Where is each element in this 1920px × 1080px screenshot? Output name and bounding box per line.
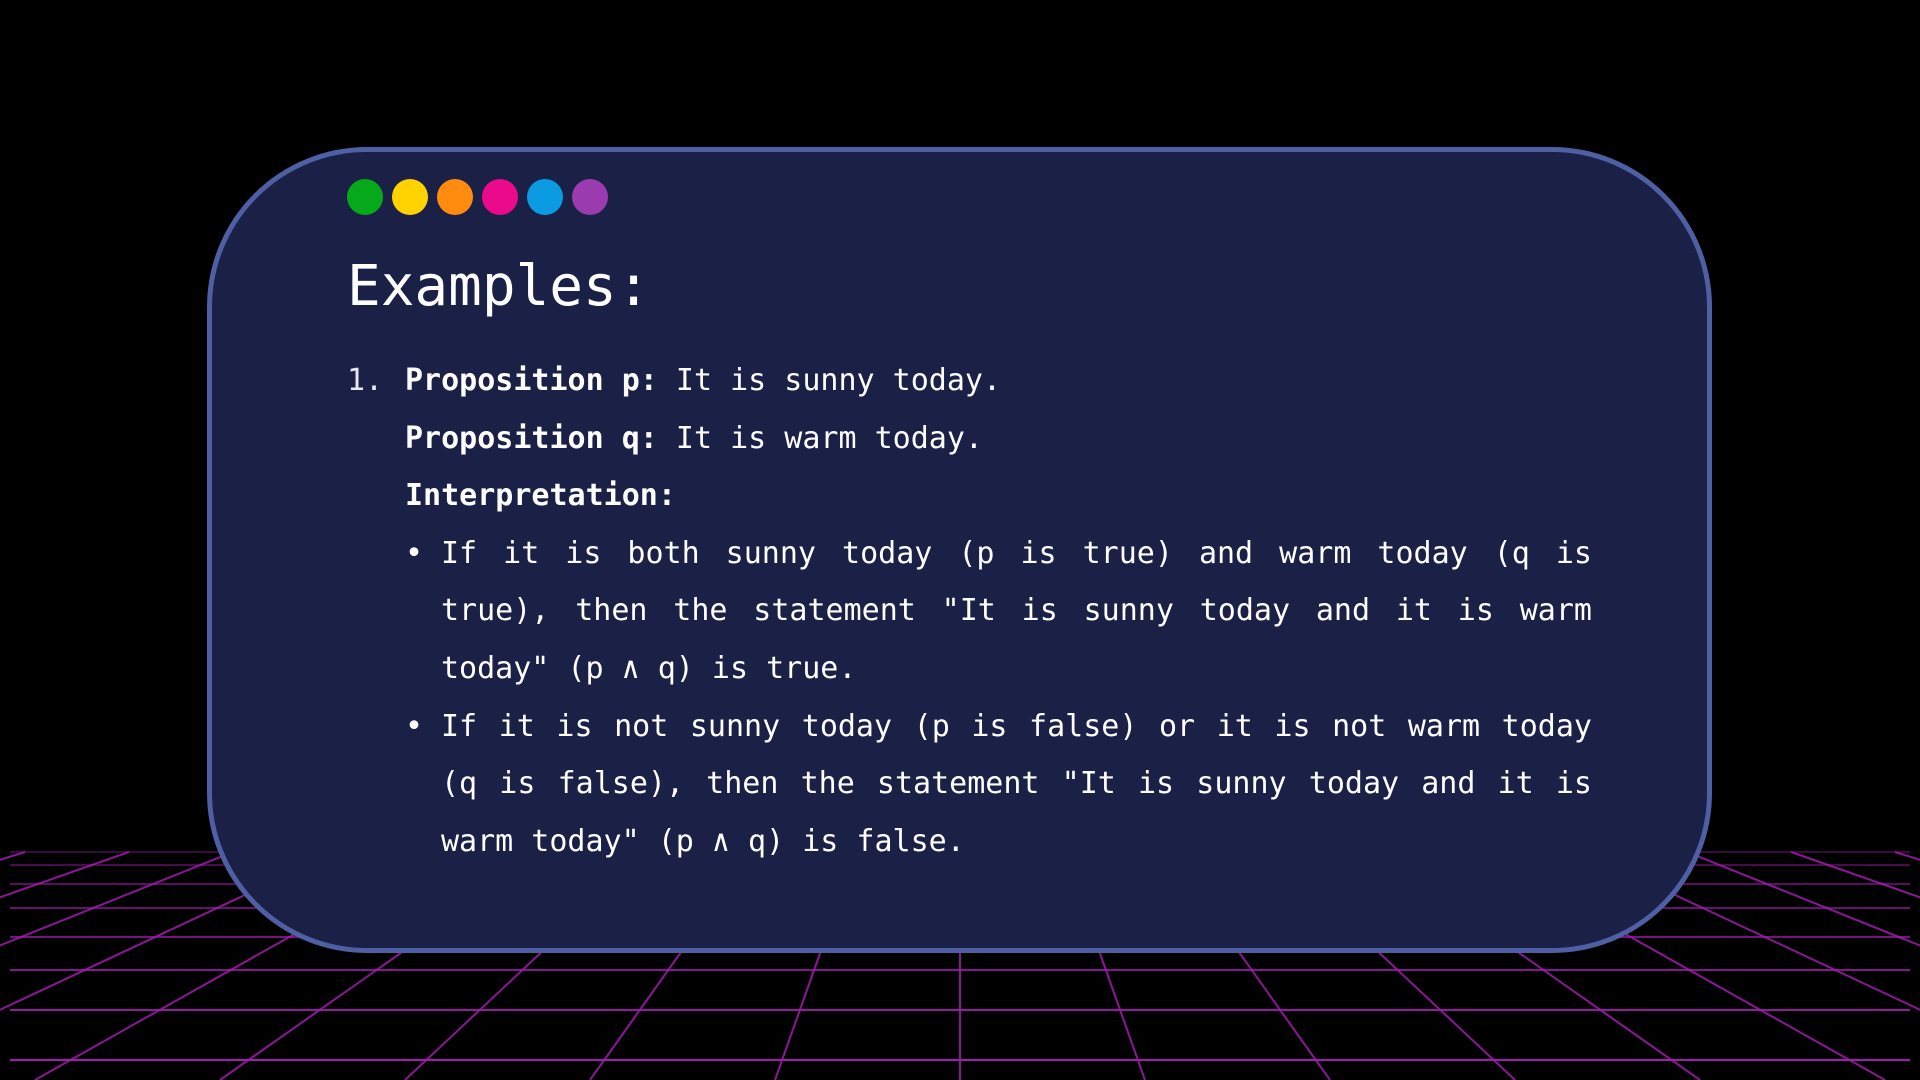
list-number: 1. bbox=[347, 363, 384, 398]
bullet-text: If it is not sunny today (p is false) or… bbox=[441, 708, 1592, 859]
interpretation-line: Interpretation: bbox=[347, 467, 1592, 525]
proposition-q-label: Proposition q: bbox=[405, 420, 658, 456]
blue-dot bbox=[527, 179, 563, 215]
interpretation-bullets: • If it is both sunny today (p is true) … bbox=[347, 525, 1592, 871]
bullet-text: If it is both sunny today (p is true) an… bbox=[441, 535, 1592, 686]
purple-dot bbox=[572, 179, 608, 215]
orange-dot bbox=[437, 179, 473, 215]
yellow-dot bbox=[392, 179, 428, 215]
grid-line bbox=[0, 851, 26, 861]
example-list: 1. Proposition p: It is sunny today. Pro… bbox=[347, 352, 1592, 870]
green-dot bbox=[347, 179, 383, 215]
proposition-p-label: Proposition p: bbox=[405, 363, 658, 398]
pink-dot bbox=[482, 179, 518, 215]
bullet-icon: • bbox=[405, 708, 424, 744]
content-card: Examples: 1. Proposition p: It is sunny … bbox=[207, 147, 1712, 953]
list-item: • If it is both sunny today (p is true) … bbox=[405, 525, 1592, 698]
proposition-p-line: 1. Proposition p: It is sunny today. bbox=[347, 352, 1592, 410]
grid-line bbox=[0, 851, 130, 899]
color-dots bbox=[347, 179, 608, 215]
proposition-q-text: It is warm today. bbox=[657, 420, 983, 456]
proposition-q-line: Proposition q: It is warm today. bbox=[347, 410, 1592, 468]
bullet-icon: • bbox=[405, 535, 424, 571]
list-item: • If it is not sunny today (p is false) … bbox=[405, 698, 1592, 871]
interpretation-label: Interpretation: bbox=[405, 478, 676, 514]
page-title: Examples: bbox=[347, 254, 651, 319]
grid-line bbox=[1790, 851, 1920, 899]
grid-line bbox=[1686, 851, 1920, 947]
slide: Examples: 1. Proposition p: It is sunny … bbox=[0, 0, 1920, 1080]
proposition-p-text: It is sunny today. bbox=[657, 363, 1002, 398]
grid-line bbox=[0, 851, 234, 947]
grid-line bbox=[1894, 851, 1920, 861]
